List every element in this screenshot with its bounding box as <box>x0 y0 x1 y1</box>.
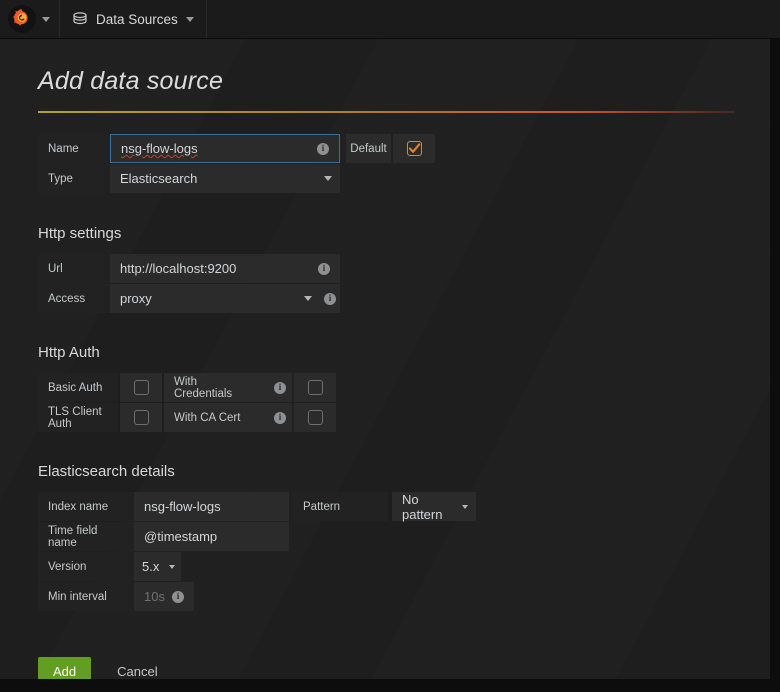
index-name-input[interactable]: nsg-flow-logs <box>134 492 289 521</box>
with-ca-cert-checkbox[interactable] <box>308 410 323 425</box>
default-checkbox[interactable] <box>407 141 422 156</box>
info-icon[interactable]: i <box>274 412 286 424</box>
form-actions: Add Cancel <box>38 657 770 679</box>
http-settings-group: Url http://localhost:9200 i Access proxy… <box>38 254 770 313</box>
version-row: Version 5.x <box>38 552 770 581</box>
page-container: Add data source Name nsg-flow-logs i Def… <box>0 39 770 679</box>
database-icon <box>72 11 88 27</box>
name-input-value: nsg-flow-logs <box>121 141 198 156</box>
with-ca-cert-label: With CA Cert <box>164 403 268 432</box>
type-label: Type <box>38 164 110 193</box>
info-icon[interactable]: i <box>274 382 286 394</box>
url-label: Url <box>38 254 110 283</box>
http-auth-title: Http Auth <box>38 344 770 361</box>
with-ca-cert-info-cell[interactable]: i <box>268 403 292 432</box>
basic-settings-group: Name nsg-flow-logs i Default Typ <box>38 134 770 193</box>
name-row: Name nsg-flow-logs i Default <box>38 134 770 163</box>
time-field-input[interactable]: @timestamp <box>134 522 289 551</box>
basic-auth-checkbox-cell[interactable] <box>120 373 162 402</box>
elasticsearch-group: Index name nsg-flow-logs Pattern No patt… <box>38 492 770 611</box>
chevron-down-icon[interactable] <box>186 17 194 22</box>
pattern-select-value: No pattern <box>402 492 462 522</box>
url-input-value: http://localhost:9200 <box>120 261 236 276</box>
type-select[interactable]: Elasticsearch <box>110 164 340 193</box>
http-auth-group: Basic Auth With Credentials i TLS Client… <box>38 373 770 432</box>
tls-client-auth-row: TLS Client Auth With CA Cert i <box>38 403 770 432</box>
access-select-value: proxy <box>120 291 152 306</box>
access-info-cell[interactable]: i <box>320 284 340 313</box>
chevron-down-icon[interactable] <box>169 565 175 569</box>
chevron-down-icon[interactable] <box>304 296 312 301</box>
grafana-home-menu[interactable] <box>0 0 60 38</box>
with-credentials-checkbox-cell[interactable] <box>294 373 336 402</box>
pattern-label: Pattern <box>293 492 388 521</box>
index-name-row: Index name nsg-flow-logs Pattern No patt… <box>38 492 770 521</box>
top-navbar: Data Sources <box>0 0 780 39</box>
info-icon[interactable]: i <box>317 143 329 155</box>
tls-client-auth-checkbox-cell[interactable] <box>120 403 162 432</box>
access-label: Access <box>38 284 110 313</box>
index-name-label: Index name <box>38 492 134 521</box>
with-credentials-checkbox[interactable] <box>308 380 323 395</box>
name-label: Name <box>38 134 110 163</box>
info-icon[interactable]: i <box>318 263 330 275</box>
with-credentials-info-cell[interactable]: i <box>268 373 292 402</box>
info-icon[interactable]: i <box>324 293 336 305</box>
elasticsearch-details-title: Elasticsearch details <box>38 463 770 480</box>
default-checkbox-cell[interactable] <box>393 134 435 163</box>
access-row: Access proxy i <box>38 284 770 313</box>
nav-item-label: Data Sources <box>96 12 178 27</box>
version-select[interactable]: 5.x <box>134 552 181 581</box>
chevron-down-icon[interactable] <box>462 505 468 509</box>
navbar-filler <box>207 0 780 38</box>
with-credentials-label: With Credentials <box>164 373 268 402</box>
default-label: Default <box>346 134 391 163</box>
version-select-value: 5.x <box>142 559 159 574</box>
tls-client-auth-label: TLS Client Auth <box>38 403 118 432</box>
time-field-row: Time field name @timestamp <box>38 522 770 551</box>
grafana-logo-icon[interactable] <box>8 5 36 33</box>
min-interval-input[interactable]: 10s i <box>134 582 194 611</box>
url-row: Url http://localhost:9200 i <box>38 254 770 283</box>
version-label: Version <box>38 552 134 581</box>
min-interval-label: Min interval <box>38 582 134 611</box>
basic-auth-checkbox[interactable] <box>134 380 149 395</box>
index-name-value: nsg-flow-logs <box>144 499 221 514</box>
type-select-value: Elasticsearch <box>120 171 197 186</box>
min-interval-placeholder: 10s <box>144 589 165 604</box>
sidebar-item-data-sources[interactable]: Data Sources <box>60 0 207 38</box>
basic-auth-label: Basic Auth <box>38 373 118 402</box>
pattern-select[interactable]: No pattern <box>392 492 476 521</box>
with-ca-cert-checkbox-cell[interactable] <box>294 403 336 432</box>
name-input[interactable]: nsg-flow-logs i <box>110 134 340 163</box>
page-content: Add data source Name nsg-flow-logs i Def… <box>0 39 770 679</box>
chevron-down-icon[interactable] <box>42 17 50 22</box>
info-icon[interactable]: i <box>172 591 184 603</box>
page-title: Add data source <box>38 67 770 96</box>
http-settings-title: Http settings <box>38 225 770 242</box>
basic-auth-row: Basic Auth With Credentials i <box>38 373 770 402</box>
url-input[interactable]: http://localhost:9200 i <box>110 254 340 283</box>
time-field-value: @timestamp <box>144 529 217 544</box>
chevron-down-icon[interactable] <box>324 176 332 181</box>
type-row: Type Elasticsearch <box>38 164 770 193</box>
access-select[interactable]: proxy <box>110 284 320 313</box>
tls-client-auth-checkbox[interactable] <box>134 410 149 425</box>
add-button[interactable]: Add <box>38 657 91 679</box>
title-divider <box>38 111 735 113</box>
cancel-button[interactable]: Cancel <box>111 663 163 679</box>
min-interval-row: Min interval 10s i <box>38 582 770 611</box>
time-field-label: Time field name <box>38 522 134 551</box>
